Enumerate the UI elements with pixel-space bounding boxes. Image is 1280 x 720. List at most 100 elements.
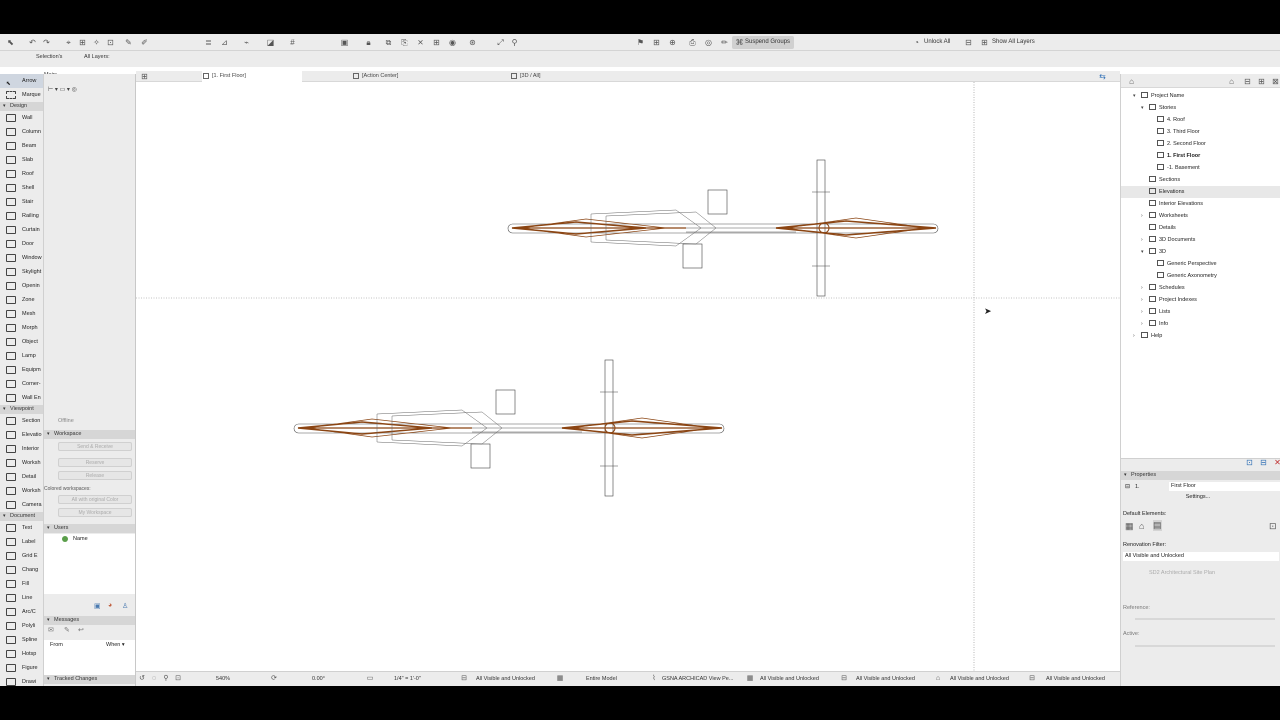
tree-story[interactable]: 4. Roof	[1157, 114, 1185, 126]
model-view-value[interactable]: Entire Model	[586, 676, 617, 682]
flag-icon[interactable]: ⚑	[636, 38, 645, 47]
mirror-icon[interactable]: ⨯	[416, 38, 425, 47]
redo-icon[interactable]: ↷	[42, 38, 51, 47]
tool-wall[interactable]: Wall	[0, 111, 43, 125]
active-slider[interactable]	[1135, 645, 1275, 647]
tool-zone[interactable]: Zone	[0, 293, 43, 307]
tree-3d-item[interactable]: Generic Perspective	[1157, 258, 1217, 270]
tree-item[interactable]: Elevations	[1149, 186, 1184, 198]
expand-arrow-icon[interactable]: ▾	[1141, 246, 1144, 258]
array-icon[interactable]: ⊞	[432, 38, 441, 47]
settings-button[interactable]: Settings...	[1169, 493, 1227, 502]
tool-line[interactable]: Line	[0, 591, 43, 605]
reserve-button[interactable]: Reserve	[58, 458, 132, 467]
lock-icon[interactable]: 🔒︎	[364, 38, 373, 47]
user-icon[interactable]: ♙	[122, 602, 128, 610]
expand-arrow-icon[interactable]: ›	[1141, 282, 1143, 294]
expand-arrow-icon[interactable]: ›	[1141, 210, 1143, 222]
drawing-canvas[interactable]: ➤	[136, 82, 1120, 671]
tool-mesh[interactable]: Mesh	[0, 307, 43, 321]
elements-icon-1[interactable]: ▦	[1125, 521, 1134, 532]
tab-first-floor[interactable]: [1. First Floor]	[202, 71, 302, 82]
tool-morph[interactable]: Morph	[0, 321, 43, 335]
filter2-value[interactable]: All Visible and Unlocked	[760, 676, 819, 682]
tool-curtain[interactable]: Curtain	[0, 223, 43, 237]
layout-book-icon[interactable]: ⊟	[1243, 77, 1252, 86]
tool-stair[interactable]: Stair	[0, 195, 43, 209]
toolbox-section-header[interactable]: Document	[0, 512, 43, 521]
tree-3d-item[interactable]: Generic Axonometry	[1157, 270, 1217, 282]
fit-window-icon[interactable]: ⊡	[174, 675, 182, 683]
tool-column[interactable]: Column	[0, 125, 43, 139]
tool-arc-c[interactable]: Arc/C	[0, 605, 43, 619]
angle-value[interactable]: 0.00°	[312, 676, 325, 682]
tool-detail[interactable]: Detail	[0, 470, 43, 484]
show-all-layers-button[interactable]: Show All Layers	[992, 39, 1035, 45]
copy-icon[interactable]: ⎘	[400, 38, 409, 47]
my-workspace-button[interactable]: My Workspace	[58, 508, 132, 517]
tree-item[interactable]: › Lists	[1141, 306, 1170, 318]
expand-arrow-icon[interactable]: ›	[1133, 330, 1135, 342]
tool-interior[interactable]: Interior	[0, 442, 43, 456]
globe-icon[interactable]: ⊕	[668, 38, 677, 47]
find-select-icon[interactable]: ⊞	[78, 38, 87, 47]
tracked-changes-header[interactable]: Tracked Changes	[44, 675, 135, 684]
zoom-value[interactable]: 540%	[216, 676, 230, 682]
chart-icon[interactable]: ⊞	[652, 38, 661, 47]
layers-settings-icon[interactable]: ⊟	[964, 38, 973, 47]
arrow-tool[interactable]: ⬉ Arrow	[0, 74, 43, 88]
tree-item[interactable]: › Schedules	[1141, 282, 1185, 294]
zoom-out-icon[interactable]: ◌	[150, 675, 158, 683]
tool-lamp[interactable]: Lamp	[0, 349, 43, 363]
expand-arrow-icon[interactable]: ›	[1141, 306, 1143, 318]
rotate-icon[interactable]: ⟳	[270, 675, 278, 683]
tree-root[interactable]: ▾ Project Name	[1133, 90, 1184, 102]
scale-value[interactable]: 1/4" = 1'-0"	[394, 676, 421, 682]
tool-label[interactable]: Label	[0, 535, 43, 549]
delete-icon[interactable]: ✕	[1273, 458, 1280, 467]
fill-icon[interactable]: ◪	[266, 38, 275, 47]
syringe-icon[interactable]: ✐	[140, 38, 149, 47]
expand-arrow-icon[interactable]: ›	[1141, 318, 1143, 330]
organizer-icon[interactable]: ⊠	[1271, 77, 1280, 86]
tree-story[interactable]: 1. First Floor	[1157, 150, 1200, 162]
tab-overview-icon[interactable]: ⊞	[140, 72, 149, 81]
tool-spline[interactable]: Spline	[0, 633, 43, 647]
pencil-icon[interactable]: ✏	[720, 38, 729, 47]
tree-help[interactable]: › Help	[1133, 330, 1162, 342]
expand-arrow-icon[interactable]: ▾	[1133, 90, 1136, 102]
tree-story[interactable]: 3. Third Floor	[1157, 126, 1200, 138]
site-plan-field[interactable]: SD2 Architectural Site Plan	[1123, 569, 1279, 578]
pen-icon[interactable]: ⌁	[242, 38, 251, 47]
tool-wall-en[interactable]: Wall En	[0, 391, 43, 405]
tool-text[interactable]: Text	[0, 521, 43, 535]
tool-fill[interactable]: Fill	[0, 577, 43, 591]
tab-action-center[interactable]: [Action Center]	[352, 71, 452, 82]
expand-arrow-icon[interactable]: ›	[1141, 294, 1143, 306]
tool-window[interactable]: Window	[0, 251, 43, 265]
tool-roof[interactable]: Roof	[0, 167, 43, 181]
tool-shell[interactable]: Shell	[0, 181, 43, 195]
measure-icon[interactable]: ⤢	[496, 38, 505, 47]
contact-icon[interactable]: ▣	[94, 602, 101, 610]
grid-icon[interactable]: ⊡	[106, 38, 115, 47]
tree-item[interactable]: Details	[1149, 222, 1176, 234]
render-icon[interactable]: ⊛	[468, 38, 477, 47]
tool-camera[interactable]: Camera	[0, 498, 43, 512]
undo-zoom-icon[interactable]: ↺	[138, 675, 146, 683]
project-map-icon[interactable]: ⌂	[1127, 77, 1136, 86]
messages-header[interactable]: Messages	[44, 616, 135, 625]
elements-settings-icon[interactable]: ⊡	[1269, 521, 1277, 532]
zoom-in-icon[interactable]: ⚲	[162, 675, 170, 683]
compose-icon[interactable]: ✎	[64, 626, 70, 634]
trace-icon[interactable]: ⧉	[384, 38, 393, 47]
tool-object[interactable]: Object	[0, 335, 43, 349]
undo-icon[interactable]: ↶	[28, 38, 37, 47]
view-icon[interactable]: ◉	[448, 38, 457, 47]
pick-up-icon[interactable]: ⌖	[64, 38, 73, 47]
tool-section[interactable]: Section	[0, 414, 43, 428]
tool-railing[interactable]: Railing	[0, 209, 43, 223]
tree-item[interactable]: Interior Elevations	[1149, 198, 1203, 210]
tool-drawi[interactable]: Drawi	[0, 675, 43, 686]
tree-item[interactable]: › Worksheets	[1141, 210, 1188, 222]
